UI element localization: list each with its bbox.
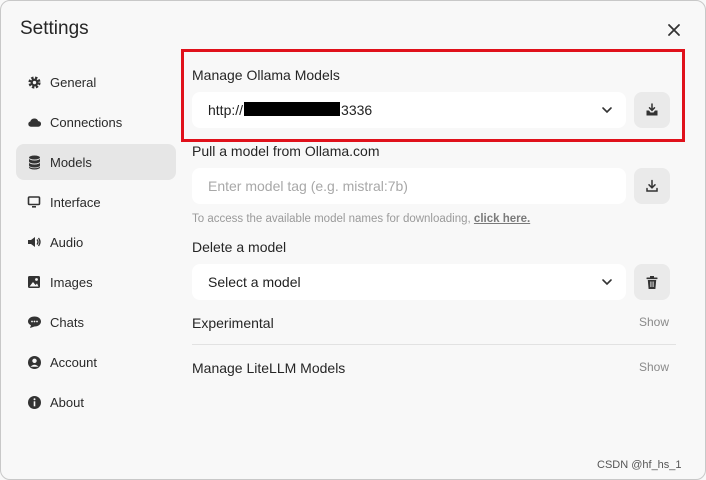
settings-sidebar: General Connections Models Interface Aud… — [16, 64, 176, 424]
sidebar-item-label: Connections — [50, 114, 123, 130]
sidebar-item-label: Images — [50, 274, 93, 290]
trash-icon — [646, 275, 658, 289]
cloud-icon — [26, 114, 42, 130]
speaker-icon — [26, 234, 42, 250]
delete-model-button[interactable] — [634, 264, 670, 300]
sidebar-item-chats[interactable]: Chats — [16, 304, 176, 340]
sidebar-item-label: Chats — [50, 314, 84, 330]
sidebar-item-label: Models — [50, 154, 92, 170]
sidebar-item-label: About — [50, 394, 84, 410]
sidebar-item-label: Audio — [50, 234, 84, 250]
sidebar-item-connections[interactable]: Connections — [16, 104, 176, 140]
litellm-label: Manage LiteLLM Models — [192, 360, 346, 376]
chevron-down-icon — [602, 279, 612, 286]
sidebar-item-audio[interactable]: Audio — [16, 224, 176, 260]
section-divider — [192, 344, 676, 345]
sidebar-item-about[interactable]: About — [16, 384, 176, 420]
close-button[interactable] — [663, 19, 685, 41]
sidebar-item-account[interactable]: Account — [16, 344, 176, 380]
sidebar-item-models[interactable]: Models — [16, 144, 176, 180]
select-model-value: Select a model — [208, 274, 301, 290]
monitor-icon — [26, 194, 42, 210]
delete-model-select[interactable]: Select a model — [192, 264, 626, 300]
red-highlight-box — [181, 49, 685, 142]
download-icon — [646, 179, 658, 192]
model-tag-input[interactable]: Enter model tag (e.g. mistral:7b) — [192, 168, 626, 204]
sidebar-item-general[interactable]: General — [16, 64, 176, 100]
watermark: CSDN @hf_hs_1 — [597, 459, 682, 471]
click-here-link[interactable]: click here. — [474, 213, 530, 225]
settings-dialog: Settings General Connections Models Inte… — [0, 0, 706, 480]
close-icon — [668, 24, 680, 36]
pull-model-button[interactable] — [634, 168, 670, 204]
database-icon — [26, 154, 42, 170]
experimental-show-toggle[interactable]: Show — [639, 315, 669, 329]
sidebar-item-label: Account — [50, 354, 97, 370]
gear-icon — [26, 74, 42, 90]
experimental-label: Experimental — [192, 315, 274, 331]
sidebar-item-interface[interactable]: Interface — [16, 184, 176, 220]
pull-model-label: Pull a model from Ollama.com — [192, 143, 380, 159]
image-icon — [26, 274, 42, 290]
delete-model-label: Delete a model — [192, 239, 287, 255]
sidebar-item-images[interactable]: Images — [16, 264, 176, 300]
sidebar-item-label: General — [50, 74, 97, 90]
litellm-show-toggle[interactable]: Show — [639, 360, 669, 374]
model-names-hint: To access the available model names for … — [192, 213, 530, 225]
chat-bubble-icon — [26, 314, 42, 330]
sidebar-item-label: Interface — [50, 194, 101, 210]
user-circle-icon — [26, 354, 42, 370]
dialog-title: Settings — [20, 18, 89, 39]
info-icon — [26, 394, 42, 410]
hint-text: To access the available model names for … — [192, 213, 474, 225]
